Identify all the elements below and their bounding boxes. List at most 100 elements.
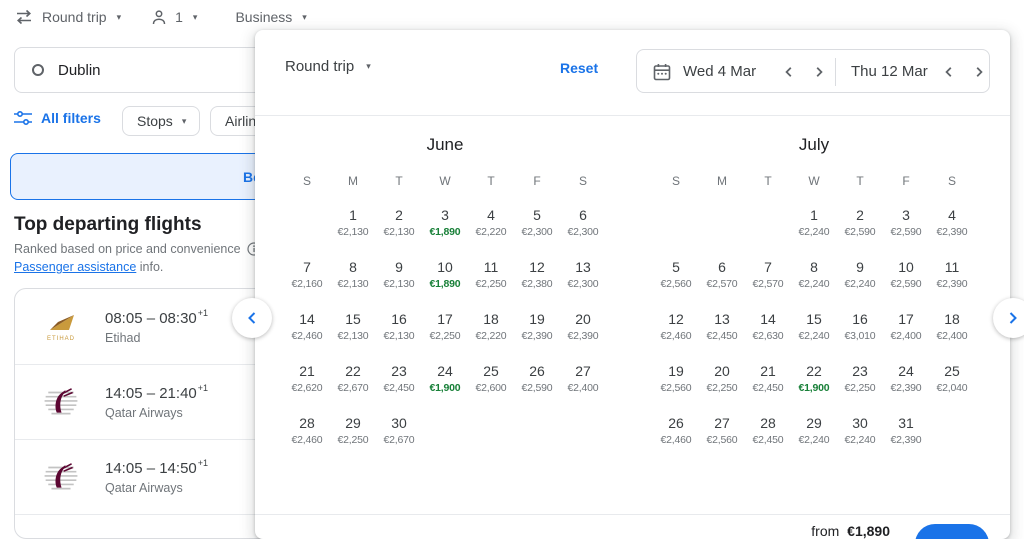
weekday-label: T	[764, 174, 772, 188]
calendar-day[interactable]: 22 €1,900	[791, 352, 837, 404]
calendar-day[interactable]: 11 €2,390	[929, 248, 975, 300]
calendar-day[interactable]: 30 €2,240	[837, 404, 883, 456]
calendar-day[interactable]: 8 €2,130	[330, 248, 376, 300]
calendar-day[interactable]: 6 €2,300	[560, 196, 606, 248]
day-number: 1	[349, 206, 357, 223]
calendar-day[interactable]: 29 €2,240	[791, 404, 837, 456]
calendar-day[interactable]: 28 €2,450	[745, 404, 791, 456]
calendar-day[interactable]: 28 €2,460	[284, 404, 330, 456]
calendar-day[interactable]: 13 €2,450	[699, 300, 745, 352]
calendar-day[interactable]: 12 €2,380	[514, 248, 560, 300]
calendar-day[interactable]: 13 €2,300	[560, 248, 606, 300]
weekday-label: M	[717, 174, 727, 188]
dialog-trip-type-dropdown[interactable]: Round trip ▾	[285, 58, 371, 75]
calendar-day[interactable]: 1 €2,130	[330, 196, 376, 248]
chevron-down-icon: ▾	[192, 11, 198, 22]
calendar-day[interactable]: 4 €2,220	[468, 196, 514, 248]
trip-type-dropdown[interactable]: Round trip ▾	[14, 9, 121, 25]
calendar-day[interactable]: 27 €2,400	[560, 352, 606, 404]
calendar-day[interactable]: 21 €2,450	[745, 352, 791, 404]
month-title: July	[798, 135, 830, 154]
calendar-day[interactable]: 2 €2,130	[376, 196, 422, 248]
empty-day-cell	[284, 196, 330, 248]
departure-prev-day-icon[interactable]	[783, 66, 795, 78]
calendar-day[interactable]: 31 €2,390	[883, 404, 929, 456]
day-number: 16	[391, 310, 407, 327]
day-number: 24	[437, 362, 453, 379]
calendar-day[interactable]: 18 €2,220	[468, 300, 514, 352]
day-price: €2,160	[291, 277, 323, 290]
calendar-day[interactable]: 26 €2,460	[653, 404, 699, 456]
dialog-trip-type-label: Round trip	[285, 58, 355, 75]
calendar-day[interactable]: 17 €2,250	[422, 300, 468, 352]
calendar-day[interactable]: 1 €2,240	[791, 196, 837, 248]
calendar-day[interactable]: 20 €2,390	[560, 300, 606, 352]
calendar-day[interactable]: 18 €2,400	[929, 300, 975, 352]
calendar-day[interactable]: 23 €2,250	[837, 352, 883, 404]
calendar-day[interactable]: 7 €2,570	[745, 248, 791, 300]
departure-date-field[interactable]: Wed 4 Mar	[683, 63, 756, 80]
calendar-day[interactable]: 2 €2,590	[837, 196, 883, 248]
cabin-class-dropdown[interactable]: Business ▾	[227, 9, 306, 25]
calendar-day[interactable]: 16 €2,130	[376, 300, 422, 352]
calendar-day[interactable]: 16 €3,010	[837, 300, 883, 352]
day-number: 10	[898, 258, 914, 275]
calendar-day[interactable]: 5 €2,560	[653, 248, 699, 300]
calendar-day[interactable]: 9 €2,130	[376, 248, 422, 300]
calendar-day[interactable]: 9 €2,240	[837, 248, 883, 300]
calendar-day[interactable]: 20 €2,250	[699, 352, 745, 404]
day-number: 21	[299, 362, 315, 379]
departure-next-day-icon[interactable]	[813, 66, 825, 78]
stops-filter-chip[interactable]: Stops ▾	[122, 106, 200, 136]
calendar-day[interactable]: 3 €1,890	[422, 196, 468, 248]
red-logo	[41, 532, 81, 538]
weekday-label: F	[533, 174, 541, 188]
calendar-day[interactable]: 17 €2,400	[883, 300, 929, 352]
calendar-day[interactable]: 29 €2,250	[330, 404, 376, 456]
day-number: 9	[395, 258, 403, 275]
day-price: €2,130	[383, 329, 415, 342]
reset-button[interactable]: Reset	[560, 60, 598, 76]
return-prev-day-icon[interactable]	[943, 66, 955, 78]
calendar-day[interactable]: 5 €2,300	[514, 196, 560, 248]
day-price: €2,460	[291, 433, 323, 446]
calendar-day[interactable]: 3 €2,590	[883, 196, 929, 248]
calendar-day[interactable]: 11 €2,250	[468, 248, 514, 300]
passenger-assistance-link[interactable]: Passenger assistance	[14, 260, 136, 274]
ranked-note: Ranked based on price and convenience	[14, 242, 261, 256]
calendar-day[interactable]: 7 €2,160	[284, 248, 330, 300]
calendar-day[interactable]: 21 €2,620	[284, 352, 330, 404]
svg-text:ETIHAD: ETIHAD	[47, 336, 75, 342]
day-price: €3,010	[844, 329, 876, 342]
calendar-day[interactable]: 25 €2,600	[468, 352, 514, 404]
calendar-day[interactable]: 15 €2,240	[791, 300, 837, 352]
calendar-day[interactable]: 24 €2,390	[883, 352, 929, 404]
calendar-day[interactable]: 25 €2,040	[929, 352, 975, 404]
calendar-day[interactable]: 19 €2,560	[653, 352, 699, 404]
chevron-right-icon	[1009, 312, 1017, 324]
passengers-dropdown[interactable]: 1 ▾	[151, 9, 197, 26]
calendar-day[interactable]: 15 €2,130	[330, 300, 376, 352]
calendar-day[interactable]: 26 €2,590	[514, 352, 560, 404]
calendar-day[interactable]: 24 €1,900	[422, 352, 468, 404]
weekday-label: T	[856, 174, 864, 188]
calendar-day[interactable]: 14 €2,460	[284, 300, 330, 352]
calendar-day[interactable]: 8 €2,240	[791, 248, 837, 300]
calendar-day[interactable]: 10 €1,890	[422, 248, 468, 300]
calendar-day[interactable]: 23 €2,450	[376, 352, 422, 404]
calendar-prev-button[interactable]	[232, 298, 272, 338]
done-button[interactable]	[915, 524, 989, 539]
calendar-day[interactable]: 19 €2,390	[514, 300, 560, 352]
return-date-field[interactable]: Thu 12 Mar	[851, 63, 928, 80]
return-next-day-icon[interactable]	[973, 66, 985, 78]
all-filters-button[interactable]: All filters	[14, 110, 101, 126]
calendar-day[interactable]: 4 €2,390	[929, 196, 975, 248]
calendar-day[interactable]: 6 €2,570	[699, 248, 745, 300]
calendar-day[interactable]: 12 €2,460	[653, 300, 699, 352]
calendar-day[interactable]: 27 €2,560	[699, 404, 745, 456]
day-price: €2,130	[337, 329, 369, 342]
calendar-day[interactable]: 14 €2,630	[745, 300, 791, 352]
calendar-day[interactable]: 22 €2,670	[330, 352, 376, 404]
calendar-day[interactable]: 10 €2,590	[883, 248, 929, 300]
calendar-day[interactable]: 30 €2,670	[376, 404, 422, 456]
